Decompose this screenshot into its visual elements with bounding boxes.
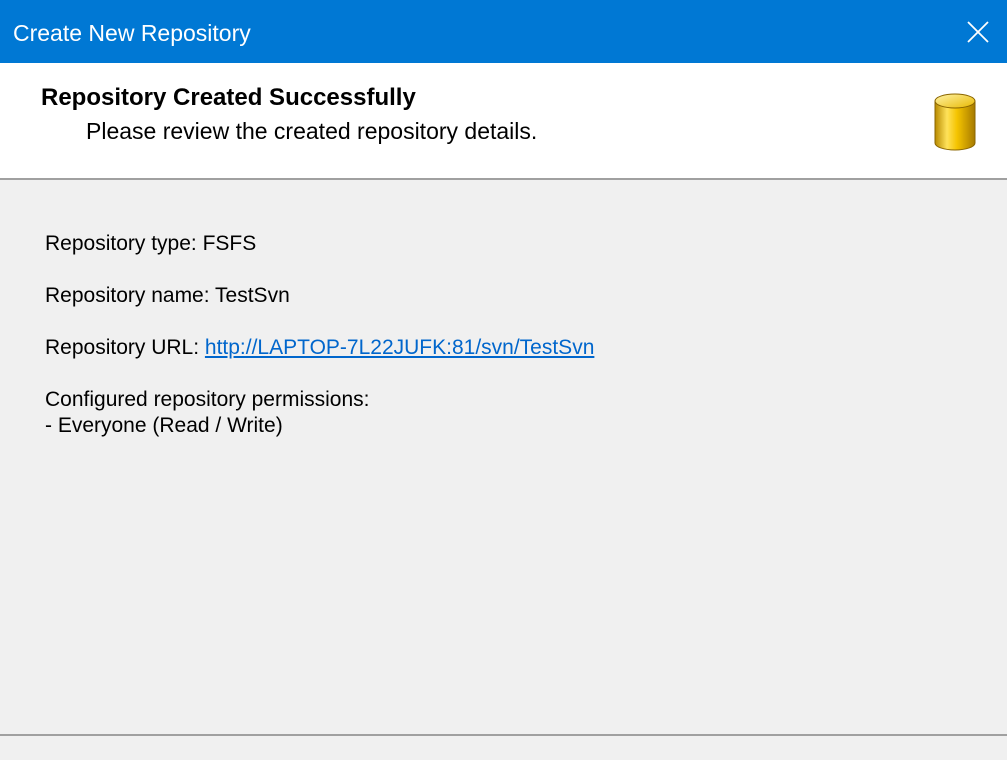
repository-type-value: FSFS: [202, 232, 257, 255]
repository-url-label: Repository URL:: [45, 336, 200, 359]
close-icon: [967, 20, 989, 43]
repository-type-line: Repository type: FSFS: [45, 231, 256, 257]
repository-type-label: Repository type:: [45, 232, 197, 255]
header-subtitle: Please review the created repository det…: [86, 118, 538, 144]
wizard-header: Repository Created Successfully Please r…: [0, 63, 1007, 180]
dialog-window: Create New Repository Repository Created…: [0, 0, 1007, 760]
button-bar: [0, 736, 1007, 760]
details-panel: Repository type: FSFS Repository name: T…: [0, 180, 1007, 735]
permissions-label: Configured repository permissions:: [45, 388, 370, 411]
title-bar[interactable]: Create New Repository: [0, 0, 1007, 63]
repository-name-label: Repository name:: [45, 284, 210, 307]
permissions-value: - Everyone (Read / Write): [45, 414, 283, 437]
repository-url-line: Repository URL: http://LAPTOP-7L22JUFK:8…: [45, 335, 594, 361]
repository-name-value: TestSvn: [215, 284, 290, 307]
database-icon: [930, 91, 980, 153]
window-title: Create New Repository: [13, 20, 251, 46]
repository-name-line: Repository name: TestSvn: [45, 283, 290, 309]
header-title: Repository Created Successfully: [41, 84, 416, 111]
close-button[interactable]: [949, 0, 1007, 63]
repository-url-link[interactable]: http://LAPTOP-7L22JUFK:81/svn/TestSvn: [205, 336, 594, 359]
